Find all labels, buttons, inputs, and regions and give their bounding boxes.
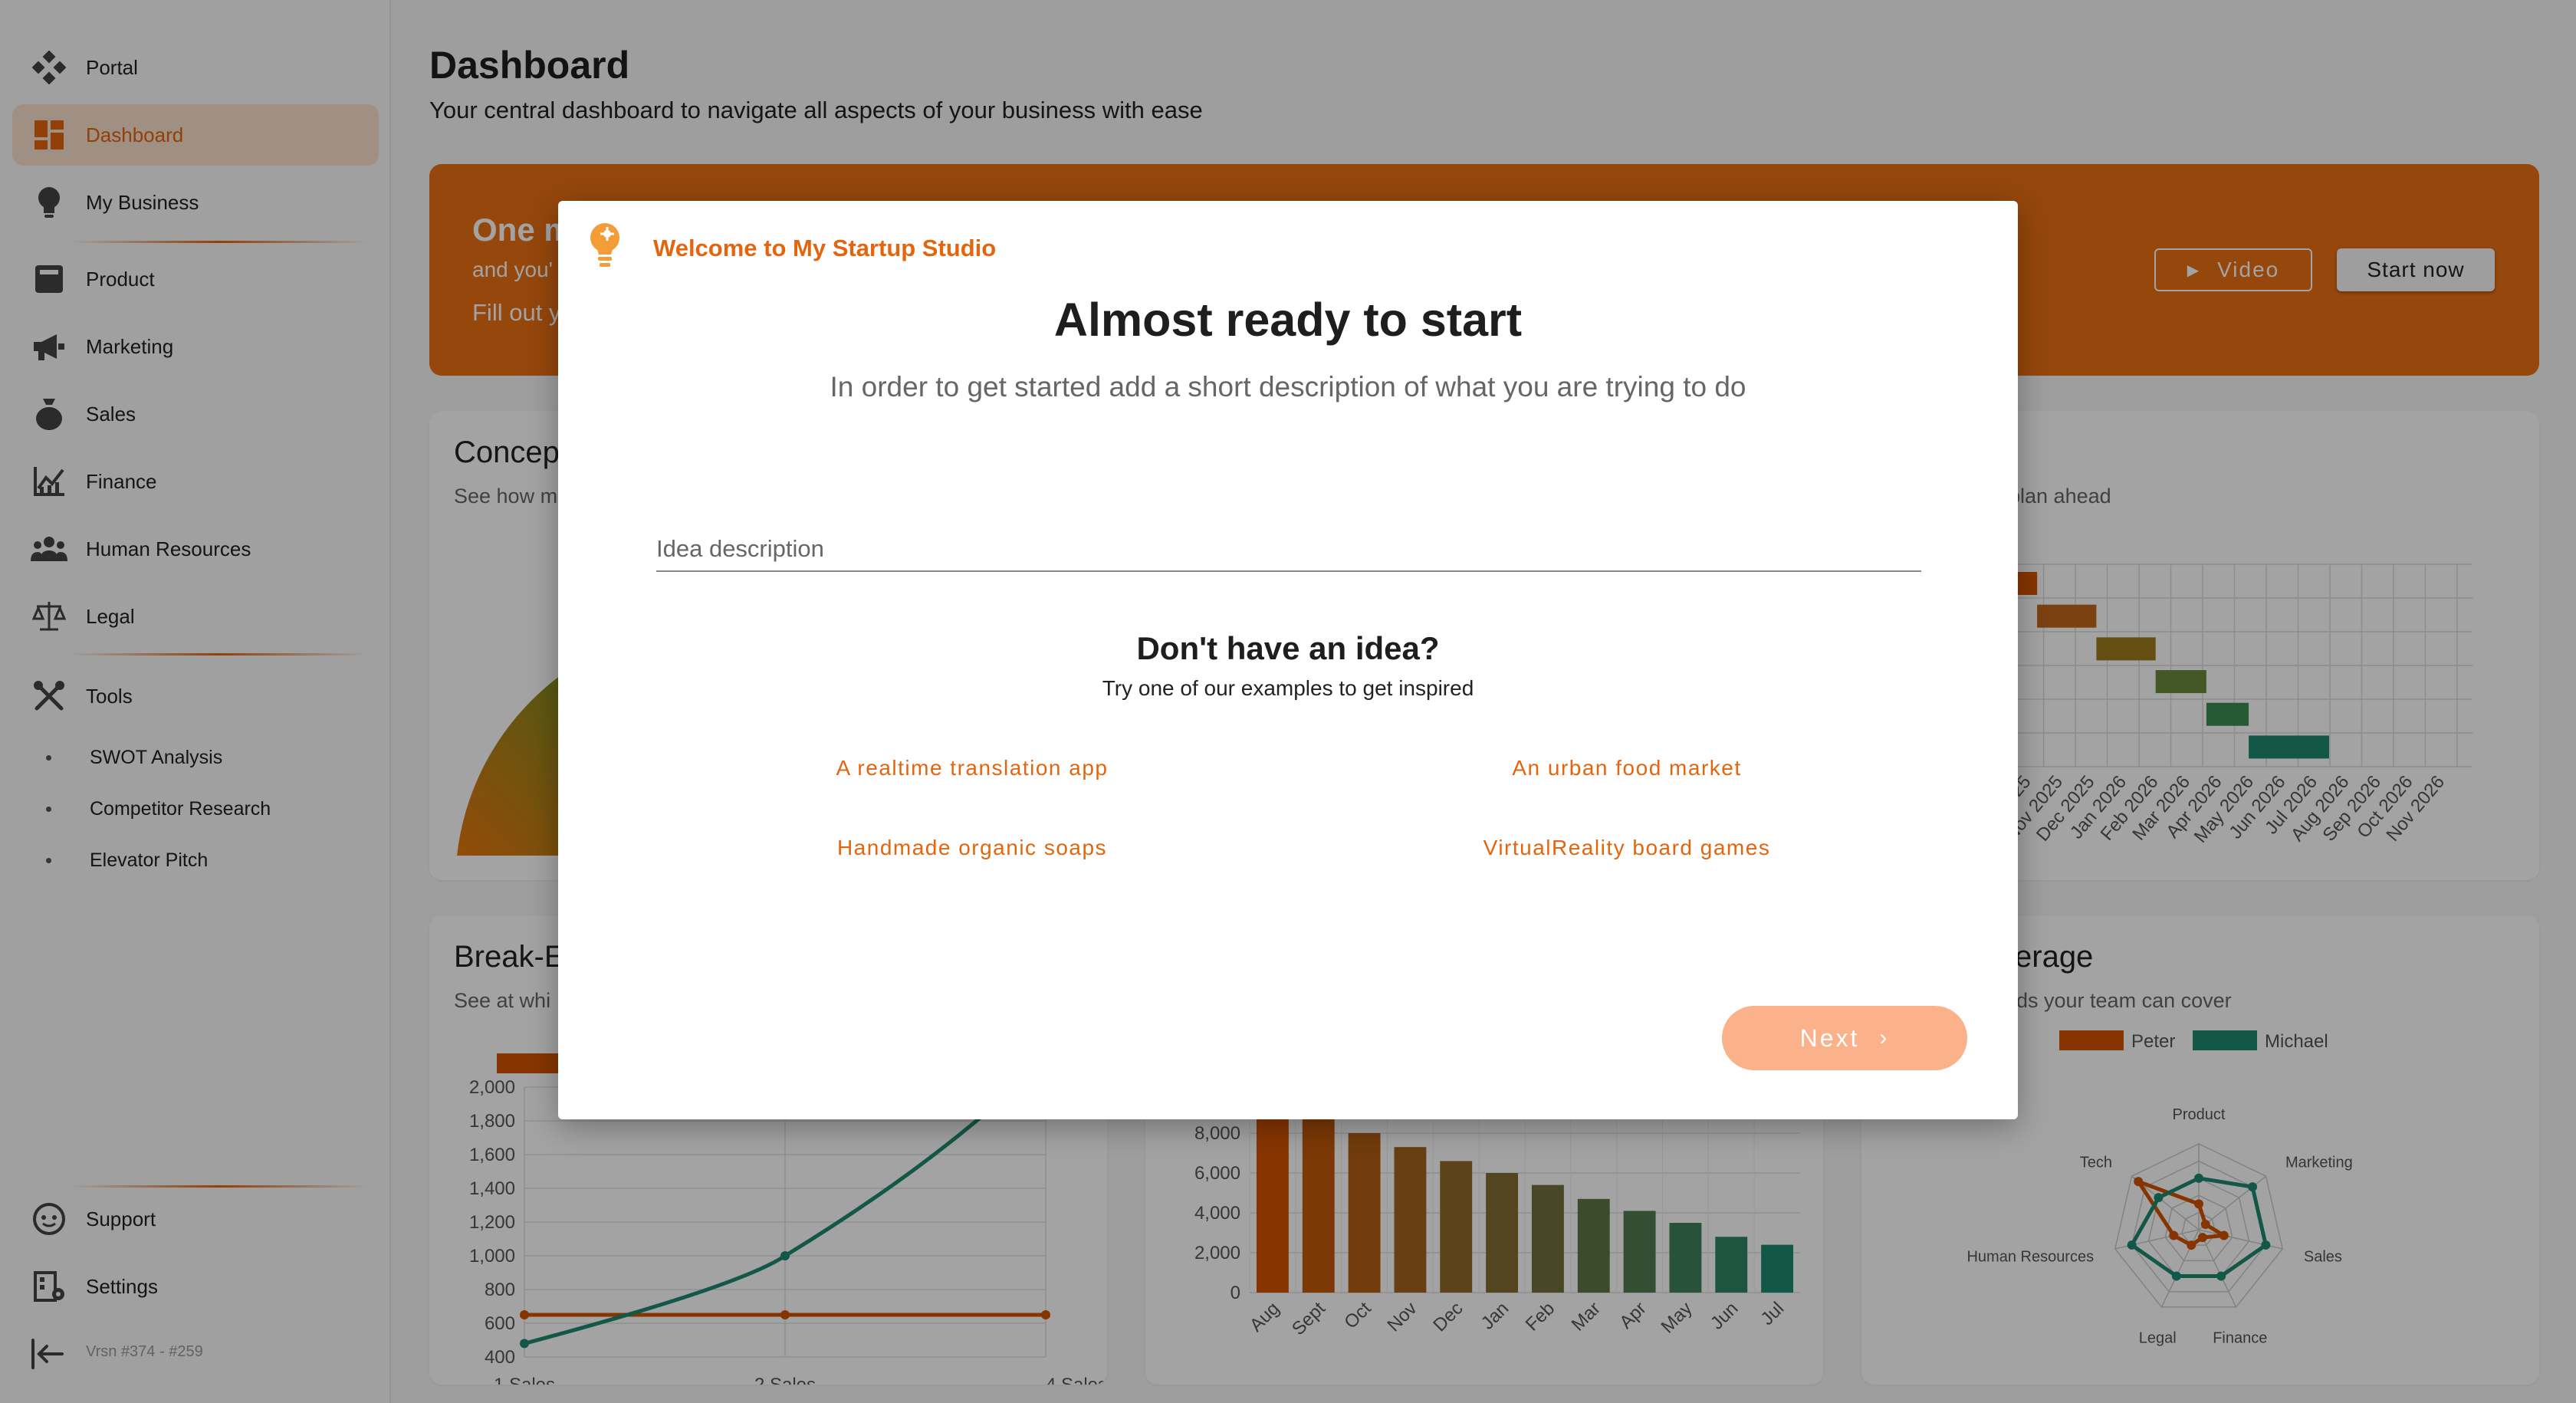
example-idea-link[interactable]: VirtualReality board games (1359, 836, 1895, 860)
next-button[interactable]: Next › (1722, 1006, 1967, 1070)
welcome-modal: Welcome to My Startup Studio Almost read… (558, 201, 2018, 1119)
lightbulb-logo-icon (586, 221, 624, 274)
chevron-right-icon: › (1879, 1025, 1890, 1050)
modal-welcome-label: Welcome to My Startup Studio (653, 235, 997, 261)
modal-subtitle: In order to get started add a short desc… (830, 371, 1746, 402)
next-label: Next (1799, 1024, 1860, 1052)
no-idea-subheading: Try one of our examples to get inspired (1102, 676, 1474, 700)
idea-description-input[interactable] (656, 527, 1921, 572)
example-idea-link[interactable]: A realtime translation app (704, 756, 1240, 780)
example-idea-link[interactable]: Handmade organic soaps (704, 836, 1240, 860)
modal-title: Almost ready to start (1053, 294, 1523, 346)
no-idea-heading: Don't have an idea? (1136, 630, 1440, 666)
example-idea-link[interactable]: An urban food market (1359, 756, 1895, 780)
